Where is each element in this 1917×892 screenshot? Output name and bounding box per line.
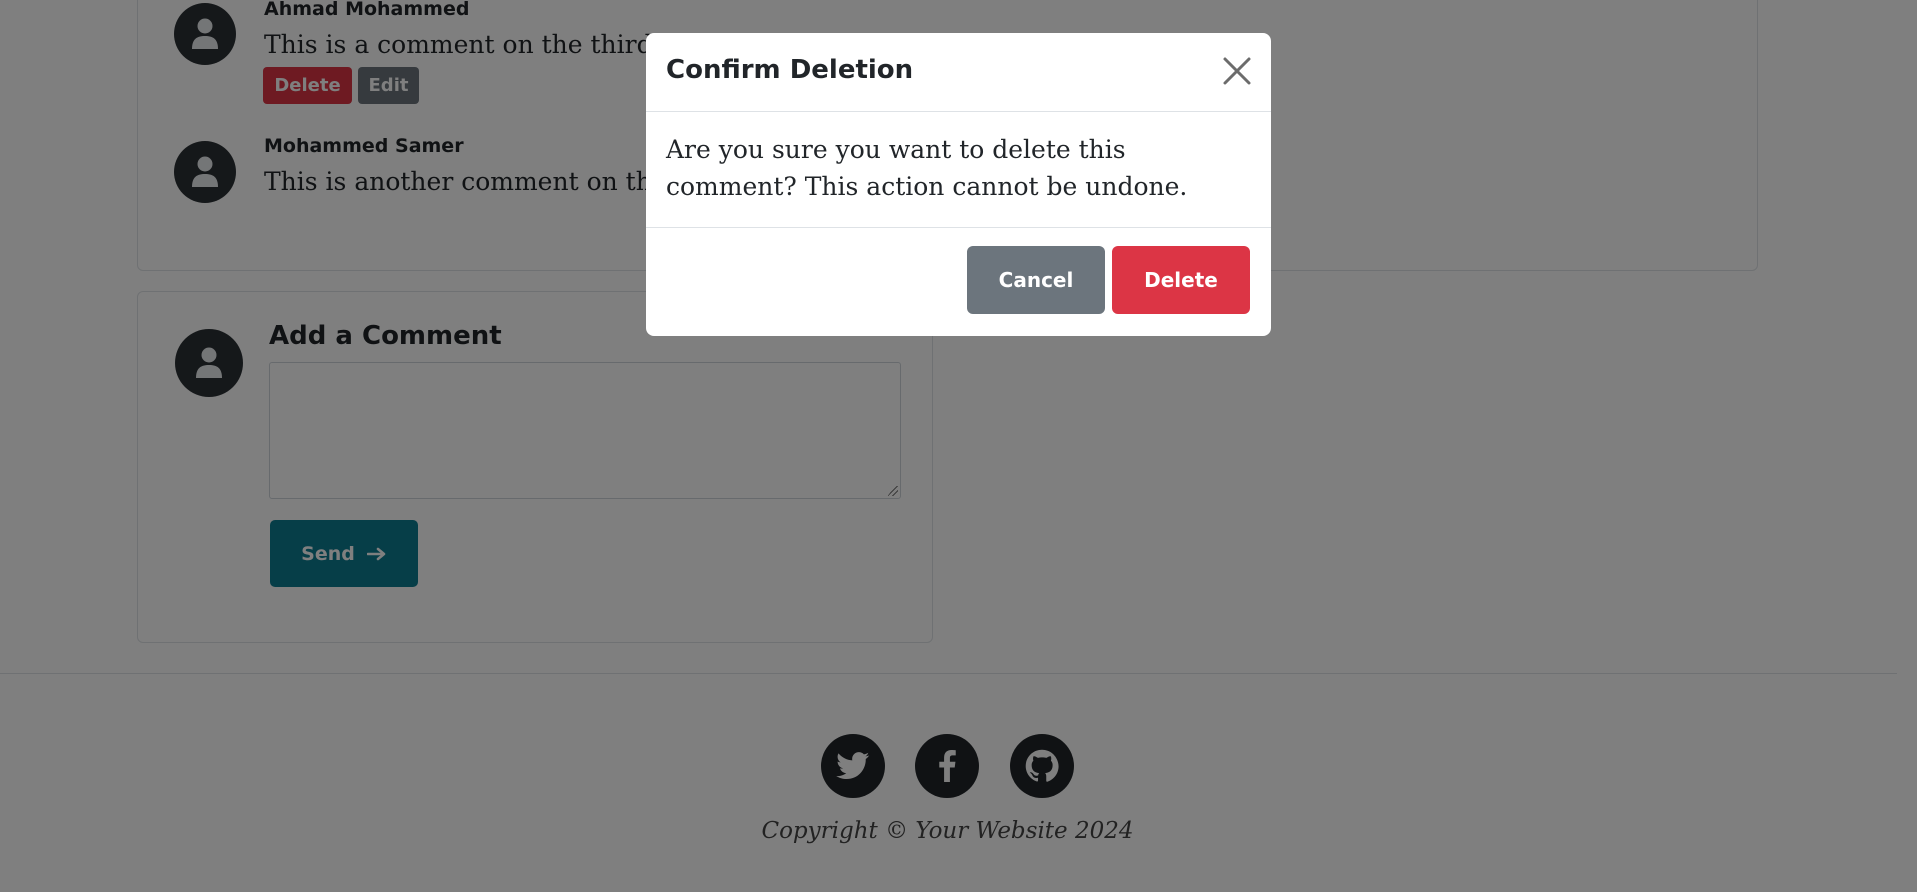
cancel-button[interactable]: Cancel bbox=[967, 246, 1105, 314]
confirm-delete-button[interactable]: Delete bbox=[1112, 246, 1250, 314]
page: Ahmad Mohammed This is a comment on the … bbox=[0, 0, 1917, 892]
confirm-delete-modal: Confirm Deletion Are you sure you want t… bbox=[646, 33, 1271, 336]
close-icon[interactable] bbox=[1222, 56, 1252, 86]
modal-header: Confirm Deletion bbox=[646, 33, 1271, 112]
modal-body-text: Are you sure you want to delete this com… bbox=[666, 135, 1188, 201]
modal-title: Confirm Deletion bbox=[666, 55, 914, 85]
